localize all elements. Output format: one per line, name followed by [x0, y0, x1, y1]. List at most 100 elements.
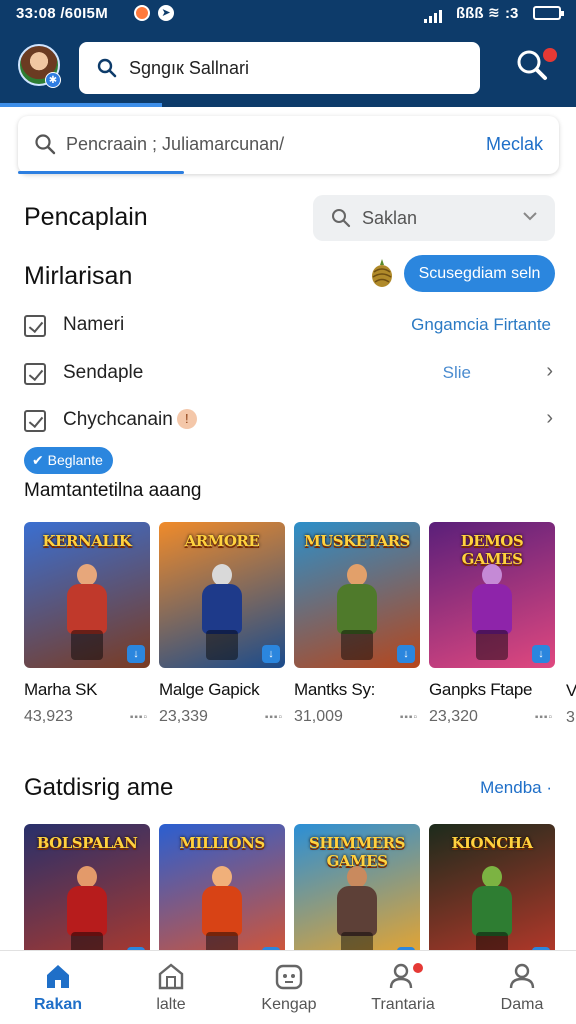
sort-heading: Pencaplain: [24, 203, 148, 231]
popular-game-card[interactable]: SHIMMERS GAMES↓: [294, 824, 420, 970]
search-icon: [35, 134, 56, 155]
game-thumbnail[interactable]: SHIMMERS GAMES↓: [294, 824, 420, 970]
game-card[interactable]: MUSKETARS ↓ Mantks Sy: 31,009 ▪▪▪▫: [294, 522, 420, 728]
game-logo-text: MILLIONS: [179, 834, 265, 852]
game-character-art: [327, 564, 387, 660]
download-icon[interactable]: ↓: [127, 645, 145, 663]
results-subheading: Mamtantetilna aaang: [24, 480, 202, 501]
chip-label: Beglante: [47, 452, 103, 468]
apply-filter-button[interactable]: Scusegdiam seln: [404, 255, 555, 292]
filter-option-value: Slie: [442, 363, 471, 382]
store-icon: [158, 963, 184, 990]
game-thumbnail[interactable]: ARMORE ↓: [159, 522, 285, 668]
sort-select[interactable]: Saklan: [313, 195, 555, 241]
sort-select-value: Saklan: [362, 208, 418, 228]
app-bar: 33:08 /60I5M ➤ ßßß ≋ :3 ✱ Sgngıк Sallnar…: [0, 0, 576, 107]
game-character-art: [192, 564, 252, 660]
nav-label: Trantaria: [371, 996, 435, 1013]
nav-item-profile[interactable]: Dama: [472, 961, 572, 1021]
game-rating-dots: ▪▪▪▫: [264, 712, 283, 723]
status-clock: :3: [505, 5, 519, 22]
popular-heading: Gatdisrig ame: [24, 774, 174, 801]
nav-item-store[interactable]: lalte: [121, 961, 221, 1021]
telegram-icon: ➤: [158, 5, 174, 21]
avatar-badge-icon: ✱: [45, 72, 61, 88]
nav-label: Kengap: [261, 996, 317, 1013]
game-thumbnail[interactable]: BOLSPALAN↓: [24, 824, 150, 970]
download-icon[interactable]: ↓: [397, 645, 415, 663]
nav-label: Dama: [500, 996, 544, 1013]
popular-more-link[interactable]: Mendba ·: [480, 778, 552, 798]
game-logo-text: KERNALIK: [42, 532, 132, 550]
game-thumbnail[interactable]: MUSKETARS ↓: [294, 522, 420, 668]
popular-game-card[interactable]: KIONCHA↓: [429, 824, 555, 970]
game-thumbnail[interactable]: KIONCHA↓: [429, 824, 555, 970]
game-logo-text: ARMORE: [184, 532, 260, 550]
game-logo-text: BOLSPALAN: [36, 834, 138, 852]
game-thumbnail[interactable]: MILLIONS↓: [159, 824, 285, 970]
filter-option[interactable]: Nameri Gngamcia Firtante: [24, 312, 555, 342]
nav-label: Rakan: [33, 996, 83, 1013]
game-meta: 23,320 ▪▪▪▫: [429, 708, 555, 728]
game-character-art: [57, 866, 117, 962]
filter-option-link[interactable]: Gngamcia Firtante: [411, 315, 551, 335]
game-card[interactable]: KERNALIK ↓ Marha SK 43,923 ▪▪▪▫: [24, 522, 150, 728]
game-rating-dots: ▪▪▪▫: [129, 712, 148, 723]
checkbox[interactable]: [24, 315, 46, 337]
signal-icon: [424, 6, 444, 23]
game-character-art: [57, 564, 117, 660]
notification-app-icon: [134, 5, 150, 21]
filter-option-label: Chychcanain: [63, 409, 173, 430]
active-tab-indicator: [0, 103, 162, 107]
game-thumbnail[interactable]: DEMOS GAMES ↓: [429, 522, 555, 668]
checkbox[interactable]: [24, 363, 46, 385]
checkbox[interactable]: [24, 410, 46, 432]
nav-item-games[interactable]: Kengap: [239, 961, 339, 1021]
game-thumbnail[interactable]: KERNALIK ↓: [24, 522, 150, 668]
game-player-count: 23,339: [159, 708, 208, 725]
info-icon[interactable]: !: [176, 409, 197, 429]
nav-item-home[interactable]: Rakan: [8, 961, 108, 1021]
popular-game-card[interactable]: BOLSPALAN↓: [24, 824, 150, 970]
wifi-icon: ≋: [488, 4, 500, 20]
game-player-count: 43,923: [24, 708, 73, 725]
game-meta: 23,339 ▪▪▪▫: [159, 708, 285, 728]
filter-heading: Mirlarisan: [24, 262, 133, 290]
game-logo-text: KIONCHA: [451, 834, 533, 852]
game-logo-text: SHIMMERS GAMES: [309, 834, 405, 870]
chevron-right-icon: ›: [546, 407, 553, 429]
selected-chip[interactable]: ✔ Beglante: [24, 447, 113, 474]
check-icon: ✔: [32, 452, 48, 468]
filter-option[interactable]: Sendaple Slie ›: [24, 360, 555, 390]
game-meta: 43,923 ▪▪▪▫: [24, 708, 150, 728]
search-icon: [332, 209, 351, 228]
game-character-art: [462, 866, 522, 962]
chevron-right-icon: ›: [546, 360, 553, 382]
status-time: 33:08 /60I5M: [16, 5, 108, 22]
game-rating-dots: ▪▪▪▫: [534, 712, 553, 723]
search-icon: [97, 58, 117, 78]
game-title: Mantks Sy:: [294, 680, 376, 699]
search-action-link[interactable]: Meclak: [486, 134, 543, 155]
search-placeholder: Pencraain ; Juliamarcunan/: [66, 134, 285, 154]
game-rating-dots: ▪▪▪▫: [399, 712, 418, 723]
search-focus-bar: [18, 171, 184, 174]
gamepad-icon: [275, 964, 303, 990]
filter-option-label: Sendaple: [63, 362, 144, 383]
game-logo-text: DEMOS GAMES: [460, 532, 524, 568]
game-card[interactable]: DEMOS GAMES ↓ Ganpks Ftape 23,320 ▪▪▪▫: [429, 522, 555, 728]
nav-item-friends[interactable]: Trantaria: [353, 961, 453, 1021]
popular-game-card[interactable]: MILLIONS↓: [159, 824, 285, 970]
filter-option[interactable]: Chychcanain! ›: [24, 407, 555, 437]
game-card[interactable]: ARMORE ↓ Malge Gapick 23,339 ▪▪▪▫: [159, 522, 285, 728]
game-title: Malge Gapick: [159, 680, 260, 699]
game-title: Ganpks Ftape: [429, 680, 533, 699]
search-card[interactable]: Pencraain ; Juliamarcunan/ Meclak: [18, 116, 559, 174]
download-icon[interactable]: ↓: [532, 645, 550, 663]
game-player-count: 31,009: [294, 708, 343, 725]
header-search-bar[interactable]: Sgngıк Sallnari: [79, 42, 480, 94]
download-icon[interactable]: ↓: [262, 645, 280, 663]
search-button[interactable]: [515, 48, 557, 88]
game-character-art: [192, 866, 252, 962]
game-player-count: 23,320: [429, 708, 478, 725]
